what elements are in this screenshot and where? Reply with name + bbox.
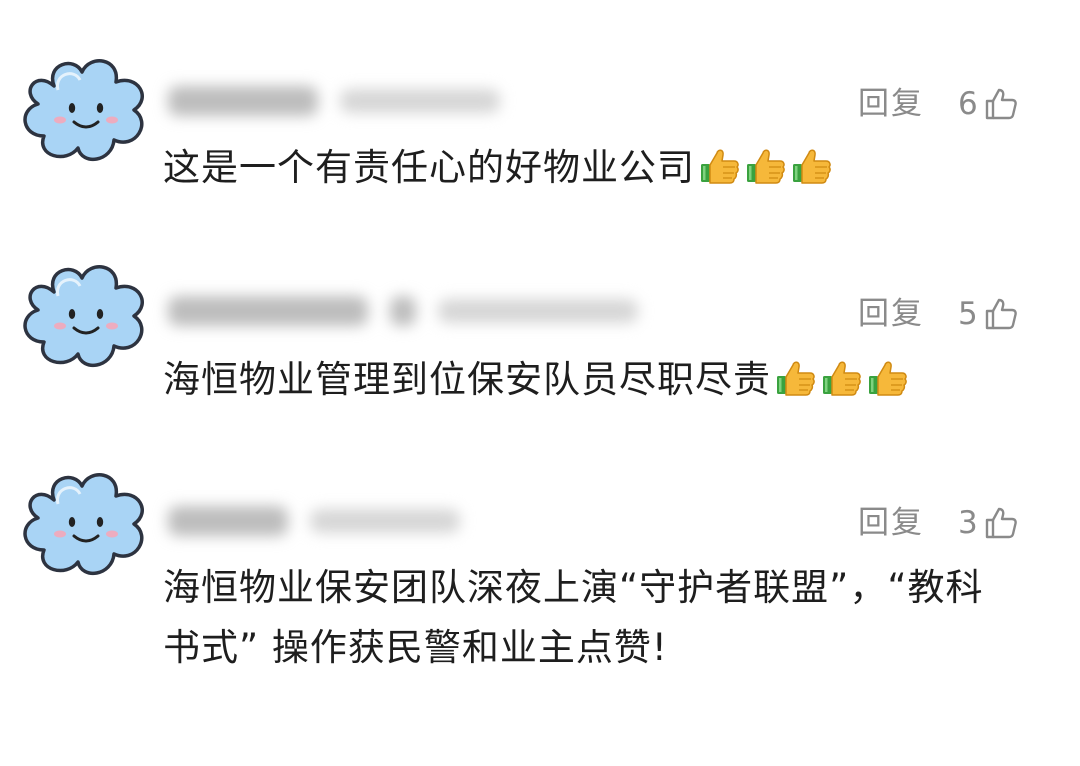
thumbs-up-emoji-icon <box>745 144 787 204</box>
reply-button[interactable]: 回复 <box>858 503 924 543</box>
comment-text: 海恒物业保安团队深夜上演“守护者联盟”，“教科书式” 操作获民警和业主点赞! <box>163 558 1003 678</box>
like-button[interactable]: 3 <box>958 503 1018 543</box>
like-count: 3 <box>958 505 978 541</box>
avatar-blue-cloud-smiley-icon[interactable] <box>16 258 158 376</box>
thumbs-up-outline-icon <box>984 87 1018 121</box>
avatar-blue-cloud-smiley-icon[interactable] <box>16 466 158 584</box>
reply-button[interactable]: 回复 <box>858 294 924 334</box>
thumbs-up-emoji-icon <box>791 144 833 204</box>
thumbs-up-emoji-icon <box>821 356 863 416</box>
comment-text: 这是一个有责任心的好物业公司 <box>163 138 1043 204</box>
avatar-blue-cloud-smiley-icon[interactable] <box>16 52 158 170</box>
comment-text-content: 海恒物业保安团队深夜上演“守护者联盟”，“教科书式” 操作获民警和业主点赞! <box>163 566 984 669</box>
username-blurred <box>168 504 460 538</box>
like-button[interactable]: 5 <box>958 294 1018 334</box>
username-blurred <box>168 294 638 328</box>
thumbs-up-emoji-icon <box>775 356 817 416</box>
like-button[interactable]: 6 <box>958 84 1018 124</box>
like-count: 5 <box>958 296 978 332</box>
comment-text: 海恒物业管理到位保安队员尽职尽责 <box>163 350 1043 416</box>
thumbs-up-outline-icon <box>984 297 1018 331</box>
like-count: 6 <box>958 86 978 122</box>
username-blurred <box>168 84 500 118</box>
thumbs-up-outline-icon <box>984 506 1018 540</box>
comment-text-content: 这是一个有责任心的好物业公司 <box>163 146 695 189</box>
thumbs-up-emoji-icon <box>867 356 909 416</box>
thumbs-up-emoji-icon <box>699 144 741 204</box>
reply-button[interactable]: 回复 <box>858 84 924 124</box>
comment-text-content: 海恒物业管理到位保安队员尽职尽责 <box>163 358 771 401</box>
